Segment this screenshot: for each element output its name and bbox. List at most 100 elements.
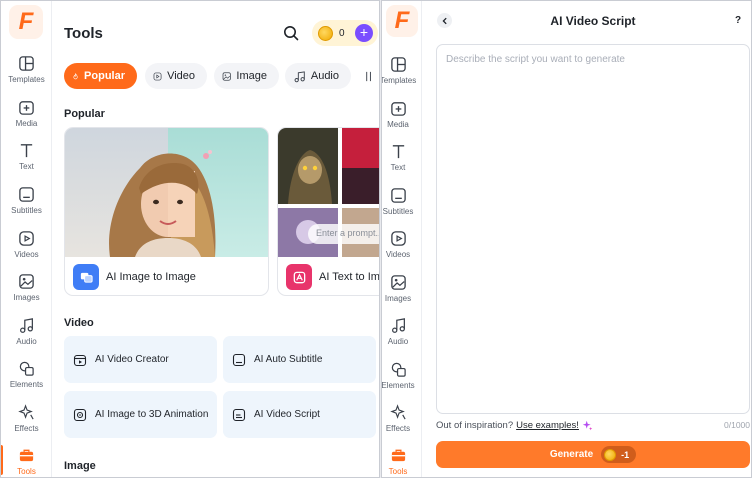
image-swap-icon (73, 264, 99, 290)
app-logo[interactable]: F (9, 5, 43, 39)
tool-label: AI Auto Subtitle (254, 354, 323, 365)
templates-icon (19, 56, 34, 71)
tab-image[interactable]: Image (214, 63, 279, 89)
inspiration-text: Out of inspiration? (436, 420, 514, 431)
sparkle-icon (582, 420, 593, 431)
tool-ai-image-to-3d-animation[interactable]: AI Image to 3D Animation (64, 391, 217, 438)
tool-ai-auto-subtitle[interactable]: AI Auto Subtitle (223, 336, 376, 383)
category-tabs: Popular Video Image Audio (64, 63, 379, 89)
elements-icon (391, 362, 406, 377)
sidebar-item-audio[interactable]: Audio (1, 317, 52, 357)
section-heading-image: Image (64, 460, 96, 472)
sidebar-item-elements[interactable]: Elements (381, 361, 415, 401)
script-icon (232, 408, 246, 421)
sidebar-item-templates[interactable]: Templates (381, 56, 417, 96)
inspiration-hint: Out of inspiration? Use examples! (436, 420, 593, 431)
page-title: Tools (64, 25, 103, 42)
sidebar-item-images[interactable]: Images (1, 273, 52, 313)
generate-cost-badge: -1 (601, 446, 637, 463)
script-prompt-input[interactable] (436, 44, 750, 414)
sidebar-item-effects[interactable]: Effects (1, 404, 52, 444)
videos-icon (390, 231, 406, 246)
sidebar-item-label: Effects (14, 424, 39, 433)
media-icon (19, 101, 34, 115)
sidebar-item-videos[interactable]: Videos (382, 230, 414, 270)
app-logo[interactable]: F (386, 5, 418, 37)
sidebar-item-videos[interactable]: Videos (1, 230, 52, 270)
sidebar-item-label: Templates (381, 76, 417, 85)
section-heading-video: Video (64, 317, 94, 329)
sidebar-item-subtitles[interactable]: Subtitles (382, 187, 414, 227)
video-script-window: F Templates Media Text Subtitles Videos … (381, 0, 752, 478)
logo-letter: F (18, 8, 34, 35)
sidebar-item-label: Tools (17, 467, 36, 476)
sidebar-item-images[interactable]: Images (382, 274, 414, 314)
card-ai-image-to-image[interactable]: AI Image to Image (64, 127, 269, 296)
tool-label: AI Image to 3D Animation (95, 409, 209, 420)
generate-button[interactable]: Generate -1 (436, 441, 750, 468)
text-icon (20, 144, 33, 158)
sidebar-item-audio[interactable]: Audio (382, 317, 414, 357)
prompt-input-preview: Enter a prompt... (308, 224, 379, 244)
toolbox-icon (19, 449, 34, 462)
tool-label: AI Video Script (254, 409, 320, 420)
help-button[interactable]: ? (732, 15, 744, 27)
credits-badge[interactable]: 0 + (312, 20, 378, 46)
sidebar-item-label: Templates (8, 75, 45, 84)
search-icon (284, 26, 299, 41)
effects-icon (18, 404, 34, 420)
sidebar-item-label: Subtitles (382, 207, 414, 216)
music-icon (294, 70, 305, 82)
portrait-thumbnail (65, 128, 268, 257)
more-icon (366, 71, 371, 81)
sidebar-item-elements[interactable]: Elements (1, 360, 52, 400)
sidebar-item-effects[interactable]: Effects (382, 404, 414, 444)
sidebar-item-label: Audio (16, 337, 37, 346)
templates-icon (390, 57, 406, 72)
fire-icon (73, 72, 78, 79)
toolbox-icon (391, 449, 405, 462)
sidebar-item-label: Elements (9, 380, 44, 389)
tab-audio[interactable]: Audio (285, 63, 351, 89)
card-caption: AI Text to Image (286, 264, 379, 290)
card-ai-text-to-image[interactable]: Enter a prompt... AI Text to Image (277, 127, 379, 296)
sidebar-item-label: Effects (385, 424, 411, 433)
audio-icon (20, 318, 33, 333)
images-icon (19, 274, 34, 289)
subtitle-icon (232, 353, 246, 366)
sidebar-item-label: Audio (387, 337, 409, 346)
tab-label: Image (236, 70, 267, 82)
sidebar-item-subtitles[interactable]: Subtitles (1, 186, 52, 226)
sidebar-item-text[interactable]: Text (382, 143, 414, 183)
tabs-overflow[interactable] (357, 63, 379, 89)
sidebar-item-tools[interactable]: Tools (382, 447, 414, 477)
media-icon (390, 102, 406, 116)
videos-icon (19, 231, 34, 246)
section-heading-popular: Popular (64, 108, 105, 120)
card-thumbnail (65, 128, 268, 257)
images-icon (390, 275, 406, 290)
sidebar-item-label: Videos (14, 250, 39, 259)
tab-video[interactable]: Video (145, 63, 207, 89)
sidebar-item-media[interactable]: Media (382, 100, 414, 140)
search-button[interactable] (282, 24, 300, 42)
subtitles-icon (19, 187, 34, 202)
tab-popular[interactable]: Popular (64, 63, 137, 89)
tool-ai-video-script[interactable]: AI Video Script (223, 391, 376, 438)
sidebar: F Templates Media Text Subtitles Videos … (1, 1, 52, 477)
use-examples-link[interactable]: Use examples! (516, 420, 579, 431)
sidebar-item-tools[interactable]: Tools (1, 447, 52, 477)
sidebar-item-templates[interactable]: Templates (1, 55, 52, 95)
subtitles-icon (390, 188, 406, 203)
3d-animation-icon (73, 408, 87, 421)
sidebar-item-label: Images (13, 293, 40, 302)
sidebar-item-text[interactable]: Text (1, 142, 52, 182)
sidebar-item-label: Elements (381, 381, 415, 390)
tool-ai-video-creator[interactable]: AI Video Creator (64, 336, 217, 383)
sidebar-item-media[interactable]: Media (1, 99, 52, 139)
tool-label: AI Video Creator (95, 354, 169, 365)
add-credits-button[interactable]: + (355, 24, 373, 42)
card-caption: AI Image to Image (73, 264, 196, 290)
sidebar-item-label: Images (384, 294, 412, 303)
elements-icon (19, 361, 34, 376)
